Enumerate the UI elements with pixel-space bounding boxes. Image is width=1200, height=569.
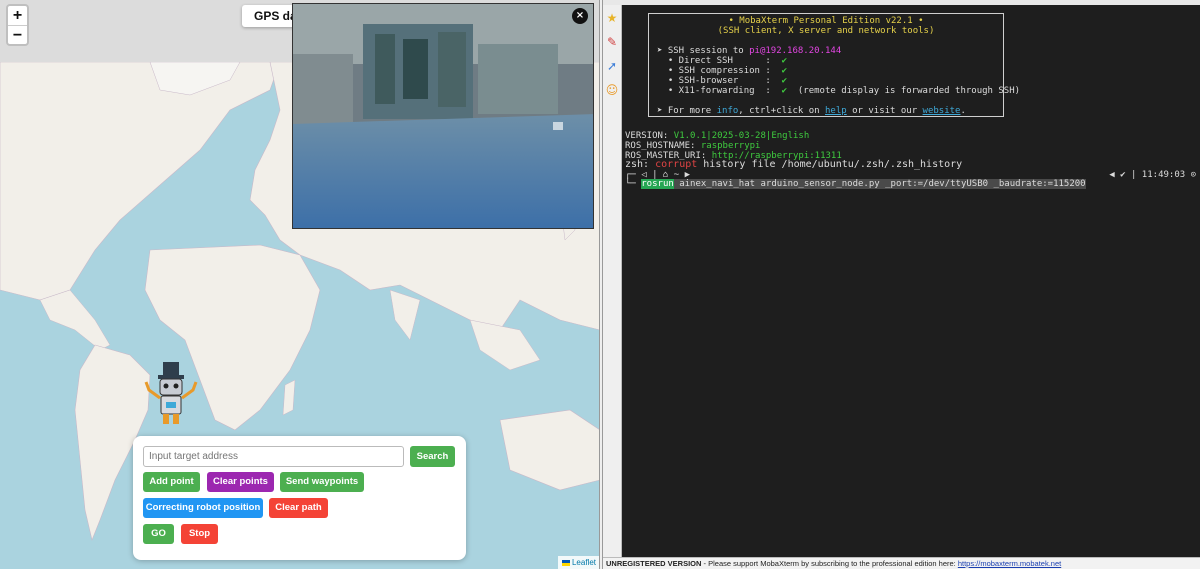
map-panel[interactable]: + − GPS data × [0, 0, 600, 569]
mobaxterm-window: ★ ✎ ➚ ☺ • MobaXterm Personal Edition v22… [603, 0, 1200, 569]
support-text: - Please support MobaXterm by subscribin… [701, 559, 958, 568]
send-waypoints-button[interactable]: Send waypoints [280, 472, 364, 492]
welcome-box: • MobaXterm Personal Edition v22.1 • (SS… [648, 13, 1021, 117]
macro-icon[interactable]: ☺ [605, 83, 620, 98]
welcome-subtitle: (SSH client, X server and network tools) [717, 26, 935, 36]
star-icon[interactable]: ★ [605, 11, 620, 26]
feature-ssh-browser: • SSH-browser : ✔ [657, 76, 788, 86]
leaflet-link[interactable]: Leaflet [572, 558, 596, 567]
command-args: ainex_navi_hat arduino_sensor_node.py _p… [673, 179, 1086, 189]
command-rosrun: rosrun [641, 179, 674, 189]
info-line: ➤ For more info, ctrl+click on help or v… [657, 106, 966, 116]
info-link[interactable]: info [717, 106, 739, 116]
zoom-out-button[interactable]: − [8, 25, 27, 44]
mobaxterm-sidebar: ★ ✎ ➚ ☺ [603, 5, 622, 557]
zoom-in-button[interactable]: + [8, 6, 27, 25]
feature-ssh-compression: • SSH compression : ✔ [657, 66, 788, 76]
correct-robot-position-button[interactable]: Correcting robot position [143, 498, 263, 518]
unregistered-label: UNREGISTERED VERSION [606, 559, 702, 568]
mobatek-link[interactable]: https://mobaxterm.mobatek.net [958, 559, 1061, 568]
ros-hostname-line: ROS_HOSTNAME: raspberrypi [625, 141, 761, 151]
clear-points-button[interactable]: Clear points [207, 472, 274, 492]
map-attribution: Leaflet [557, 556, 600, 569]
send-icon[interactable]: ➚ [605, 59, 620, 74]
version-line: VERSION: V1.0.1|2025-03-28|English [625, 131, 810, 141]
help-link[interactable]: help [825, 106, 847, 116]
ssh-session-line: ➤ SSH session to pi@192.168.20.144 [657, 46, 842, 56]
close-video-icon[interactable]: × [572, 8, 588, 24]
terminal-area[interactable]: • MobaXterm Personal Edition v22.1 • (SS… [625, 13, 1200, 555]
feature-x11-forwarding: • X11-forwarding : ✔ (remote display is … [657, 86, 1021, 96]
navigation-control-panel: Search Add point Clear points Send waypo… [133, 436, 466, 560]
add-point-button[interactable]: Add point [143, 472, 200, 492]
target-address-input[interactable] [143, 446, 404, 467]
camera-video-feed: × [292, 3, 594, 229]
tools-icon[interactable]: ✎ [605, 35, 620, 50]
ukraine-flag-icon [561, 559, 570, 566]
go-button[interactable]: GO [143, 524, 174, 544]
website-link[interactable]: website [923, 106, 961, 116]
clear-path-button[interactable]: Clear path [269, 498, 328, 518]
welcome-title: • MobaXterm Personal Edition v22.1 • [728, 16, 924, 26]
feature-direct-ssh: • Direct SSH : ✔ [657, 56, 788, 66]
status-bar: UNREGISTERED VERSION - Please support Mo… [603, 557, 1200, 569]
robot-marker-icon[interactable] [143, 360, 199, 426]
zsh-warning-line: zsh: corrupt history file /home/ubuntu/.… [625, 159, 963, 170]
stop-button[interactable]: Stop [181, 524, 218, 544]
prompt-clock: ◀ ✔ | 11:49:03 ⊙ [1109, 170, 1196, 180]
command-line[interactable]: └─ rosrun ainex_navi_hat arduino_sensor_… [625, 179, 1086, 189]
search-button[interactable]: Search [410, 446, 455, 467]
mobaxterm-tab-strip[interactable] [603, 0, 1200, 5]
zoom-control: + − [6, 4, 29, 46]
camera-frame-image [293, 4, 593, 228]
